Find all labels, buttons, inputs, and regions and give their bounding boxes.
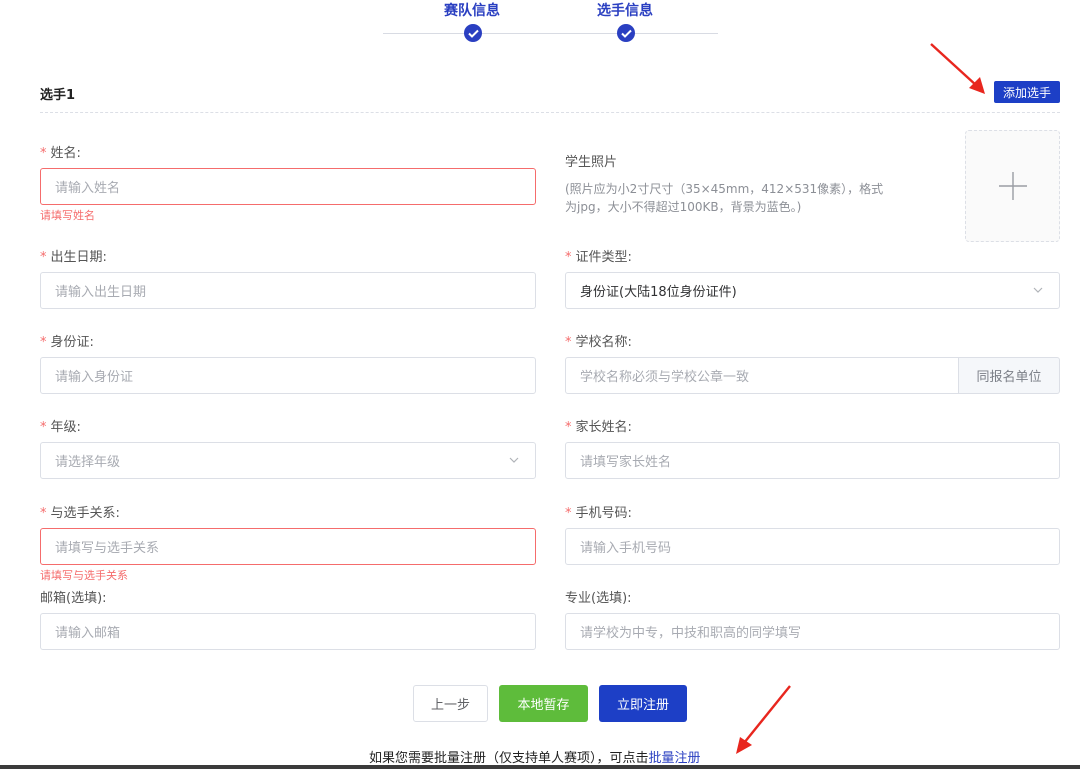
phone-input[interactable]: 请输入手机号码	[565, 528, 1060, 565]
bottom-bar	[0, 765, 1080, 769]
photo-title: 学生照片	[565, 155, 618, 170]
step-team-info-label: 赛队信息	[444, 3, 500, 19]
school-name-input[interactable]: 学校名称必须与学校公章一致	[565, 357, 959, 394]
name-label: * 姓名:	[40, 142, 81, 161]
email-label: 邮箱(选填):	[40, 591, 107, 606]
required-mark: *	[565, 506, 572, 521]
id-card-input[interactable]: 请输入身份证	[40, 357, 536, 394]
id-type-label-text: 证件类型:	[575, 250, 632, 265]
required-mark: *	[565, 250, 572, 265]
plus-icon	[998, 172, 1027, 200]
required-mark: *	[40, 250, 47, 265]
bulk-register-text: 如果您需要批量注册（仅支持单人赛项），可点击	[369, 751, 649, 766]
step-team-check-icon	[464, 24, 482, 42]
name-error: 请填写姓名	[40, 209, 95, 222]
relation-label-text: 与选手关系:	[50, 506, 120, 521]
red-arrow-icon	[930, 43, 985, 94]
section-title: 选手1	[40, 88, 76, 103]
phone-label: * 手机号码:	[565, 502, 632, 521]
required-mark: *	[40, 420, 47, 435]
bulk-register-hint: 如果您需要批量注册（仅支持单人赛项），可点击批量注册	[369, 747, 701, 766]
id-card-label: * 身份证:	[40, 331, 94, 350]
photo-upload[interactable]	[965, 130, 1060, 242]
relation-label: * 与选手关系:	[40, 502, 120, 521]
step-player-info-label: 选手信息	[597, 3, 653, 19]
name-label-text: 姓名:	[50, 146, 81, 161]
birth-date-input[interactable]: 请输入出生日期	[40, 272, 536, 309]
email-input[interactable]: 请输入邮箱	[40, 613, 536, 650]
red-arrow-icon	[736, 685, 791, 754]
add-player-button[interactable]: 添加选手	[994, 81, 1060, 103]
register-now-button[interactable]: 立即注册	[599, 685, 687, 722]
school-label: * 学校名称:	[565, 331, 632, 350]
required-mark: *	[565, 420, 572, 435]
id-type-select[interactable]: 身份证(大陆18位身份证件)	[565, 272, 1060, 309]
photo-note-line2: 为jpg，大小不得超过100KB，背景为蓝色。)	[565, 200, 802, 214]
major-input[interactable]: 请学校为中专，中技和职高的同学填写	[565, 613, 1060, 650]
grade-select-placeholder: 请选择年级	[40, 442, 536, 479]
steps-line	[383, 33, 718, 34]
parent-label: * 家长姓名:	[565, 416, 632, 435]
grade-select[interactable]: 请选择年级	[40, 442, 536, 479]
grade-label-text: 年级:	[50, 420, 81, 435]
step-player-check-icon	[617, 24, 635, 42]
bulk-register-link[interactable]: 批量注册	[649, 751, 701, 766]
prev-step-button[interactable]: 上一步	[413, 685, 488, 722]
name-input[interactable]: 请输入姓名	[40, 168, 536, 205]
photo-note-line1: (照片应为小2寸尺寸（35×45mm，412×531像素），格式	[565, 182, 884, 196]
parent-name-input[interactable]: 请填写家长姓名	[565, 442, 1060, 479]
id-card-label-text: 身份证:	[50, 335, 94, 350]
relation-input[interactable]: 请填写与选手关系	[40, 528, 536, 565]
required-mark: *	[40, 335, 47, 350]
required-mark: *	[565, 335, 572, 350]
id-type-label: * 证件类型:	[565, 246, 632, 265]
parent-label-text: 家长姓名:	[575, 420, 632, 435]
major-label: 专业(选填):	[565, 591, 632, 606]
chevron-down-icon	[509, 457, 519, 463]
id-type-select-value: 身份证(大陆18位身份证件)	[565, 272, 1060, 309]
birth-label-text: 出生日期:	[50, 250, 107, 265]
section-divider	[40, 112, 1060, 113]
relation-error: 请填写与选手关系	[40, 569, 128, 582]
required-mark: *	[40, 506, 47, 521]
save-local-button[interactable]: 本地暂存	[499, 685, 588, 722]
school-label-text: 学校名称:	[575, 335, 632, 350]
phone-label-text: 手机号码:	[575, 506, 632, 521]
chevron-down-icon	[1033, 287, 1043, 293]
required-mark: *	[40, 146, 47, 161]
birth-label: * 出生日期:	[40, 246, 107, 265]
same-as-unit-button[interactable]: 同报名单位	[959, 357, 1060, 394]
grade-label: * 年级:	[40, 416, 81, 435]
